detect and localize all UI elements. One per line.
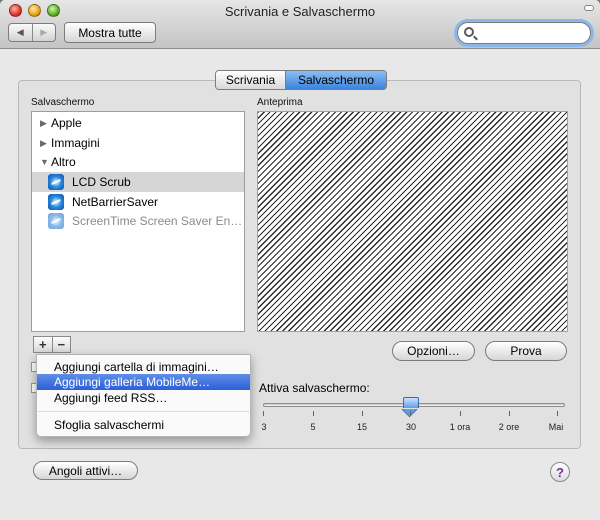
list-item-label: Altro — [51, 155, 76, 169]
slider-tick — [263, 411, 264, 416]
add-menu-popup: Aggiungi cartella di immagini… Aggiungi … — [36, 354, 251, 437]
forward-arrow-icon[interactable]: ▶ — [31, 24, 56, 41]
list-item-label: LCD Scrub — [72, 175, 131, 189]
slider-tick — [509, 411, 510, 416]
disclosure-down-icon[interactable]: ▼ — [40, 157, 49, 167]
slider-tick — [410, 411, 411, 416]
toolbar: Scrivania e Salvaschermo ◀ ▶ Mostra tutt… — [0, 0, 600, 49]
options-button[interactable]: Opzioni… — [392, 341, 475, 361]
disclosure-right-icon[interactable]: ▶ — [40, 138, 47, 149]
menu-item-browse-screensavers[interactable]: Sfoglia salvaschermi — [37, 417, 250, 433]
window-title: Scrivania e Salvaschermo — [224, 4, 376, 19]
list-item-images[interactable]: ▶ Immagini — [32, 133, 244, 153]
search-input[interactable] — [480, 25, 584, 41]
list-item-other[interactable]: ▼ Altro — [32, 152, 244, 172]
search-field[interactable] — [457, 22, 591, 44]
tab-bar: Scrivania Salvaschermo — [215, 70, 387, 90]
slider-tick — [362, 411, 363, 416]
screensaver-icon — [48, 213, 64, 229]
slider-tick-label: 5 — [310, 422, 316, 432]
screensaver-list[interactable]: ▶ Apple ▶ Immagini ▼ Altro LCD Scrub Net… — [31, 111, 245, 332]
help-button[interactable]: ? — [550, 462, 570, 482]
list-item-label: Immagini — [51, 136, 100, 150]
back-arrow-icon[interactable]: ◀ — [9, 24, 32, 41]
slider-tick-label: 15 — [356, 422, 368, 432]
slider-tick-label: 1 ora — [449, 422, 471, 432]
screensaver-list-title: Salvaschermo — [31, 97, 95, 108]
slider-tick — [460, 411, 461, 416]
menu-item-add-mobileme-gallery[interactable]: Aggiungi galleria MobileMe… — [37, 374, 250, 390]
slider-tick — [557, 411, 558, 416]
search-icon — [464, 27, 474, 37]
screensaver-icon — [48, 194, 64, 210]
slider-tick-label: 30 — [405, 422, 417, 432]
menu-separator — [38, 411, 249, 412]
preview-title: Anteprima — [257, 97, 303, 108]
list-item-apple[interactable]: ▶ Apple — [32, 113, 244, 133]
tab-desktop[interactable]: Scrivania — [216, 71, 286, 89]
add-remove-control: + − — [33, 336, 71, 353]
toolbar-toggle-button[interactable] — [584, 5, 594, 11]
list-item-label: ScreenTime Screen Saver En… — [72, 214, 243, 228]
menu-item-add-rss-feed[interactable]: Aggiungi feed RSS… — [37, 390, 250, 406]
slider-tick-label: 2 ore — [498, 422, 520, 432]
list-item-screentime[interactable]: ScreenTime Screen Saver En… — [32, 211, 244, 231]
list-item-lcd-scrub[interactable]: LCD Scrub — [32, 172, 244, 192]
test-button[interactable]: Prova — [485, 341, 567, 361]
screensaver-icon — [48, 174, 64, 190]
disclosure-right-icon[interactable]: ▶ — [40, 118, 47, 129]
slider-tick-label: Mai — [548, 422, 564, 432]
remove-button[interactable]: − — [51, 337, 71, 352]
list-item-label: NetBarrierSaver — [72, 195, 159, 209]
screensaver-preview — [257, 111, 568, 332]
menu-item-add-image-folder[interactable]: Aggiungi cartella di immagini… — [37, 359, 250, 375]
tab-screen-saver[interactable]: Salvaschermo — [286, 71, 386, 89]
show-all-button[interactable]: Mostra tutte — [64, 22, 156, 43]
slider-tick-label: 3 — [261, 422, 267, 432]
navigation-segmented-control: ◀ ▶ — [8, 23, 56, 42]
hot-corners-button[interactable]: Angoli attivi… — [33, 461, 138, 480]
start-screensaver-label: Attiva salvaschermo: — [259, 381, 370, 395]
preferences-window: Scrivania e Salvaschermo ◀ ▶ Mostra tutt… — [0, 0, 600, 520]
slider-tick — [313, 411, 314, 416]
list-item-netbarriersaver[interactable]: NetBarrierSaver — [32, 192, 244, 212]
add-button[interactable]: + — [34, 337, 52, 352]
list-item-label: Apple — [51, 116, 82, 130]
